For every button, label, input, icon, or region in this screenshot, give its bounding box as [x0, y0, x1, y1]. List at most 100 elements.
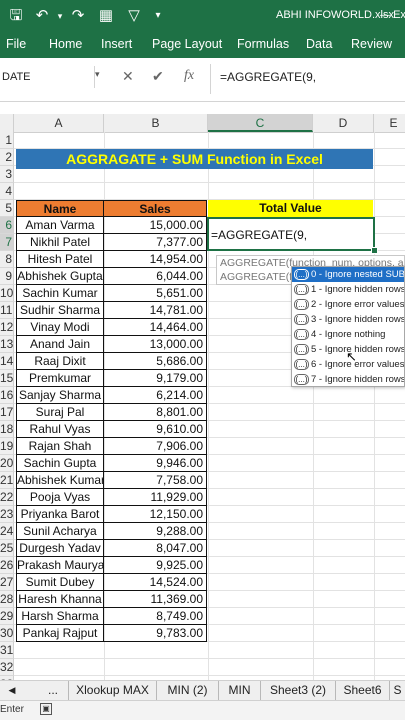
formula-input[interactable]: =AGGREGATE(9, — [220, 70, 316, 84]
row-header[interactable]: 13 — [0, 336, 14, 353]
name-cell[interactable]: Sudhir Sharma — [16, 302, 104, 319]
row-header[interactable]: 3 — [0, 166, 14, 183]
column-header-d[interactable]: D — [313, 114, 374, 132]
sales-cell[interactable]: 15,000.00 — [104, 217, 207, 234]
name-cell[interactable]: Aman Varma — [16, 217, 104, 234]
row-header[interactable]: 20 — [0, 455, 14, 472]
redo-icon[interactable]: ↷ — [68, 6, 88, 26]
name-box[interactable]: DATE — [0, 66, 95, 88]
row-header[interactable]: 29 — [0, 608, 14, 625]
tab-data[interactable]: Data — [306, 37, 332, 51]
row-header[interactable]: 22 — [0, 489, 14, 506]
autocomplete-item[interactable]: (...) 7 - Ignore hidden rows — [292, 372, 404, 386]
sales-cell[interactable]: 9,946.00 — [104, 455, 207, 472]
worksheet-grid[interactable]: A B C D E 1 2 3 4 5 6 7 8 9 10 11 12 13 14 15 16 17 18 19 2… — [0, 102, 405, 680]
header-sales-cell[interactable]: Sales — [104, 200, 207, 217]
undo-icon[interactable]: ↶ — [32, 6, 52, 26]
sales-cell[interactable]: 11,369.00 — [104, 591, 207, 608]
sheet-tab-xlookup-max[interactable]: Xlookup MAX — [68, 681, 157, 700]
name-cell[interactable]: Rahul Vyas — [16, 421, 104, 438]
sheet-tabs-more[interactable]: ... — [38, 681, 68, 700]
header-name-cell[interactable]: Name — [16, 200, 104, 217]
sheet-tab-min-2[interactable]: MIN (2) — [157, 681, 219, 700]
row-header[interactable]: 28 — [0, 591, 14, 608]
row-header[interactable]: 26 — [0, 557, 14, 574]
row-header[interactable]: 15 — [0, 370, 14, 387]
row-header[interactable]: 30 — [0, 625, 14, 642]
name-cell[interactable]: Priyanka Barot — [16, 506, 104, 523]
sales-cell[interactable]: 9,610.00 — [104, 421, 207, 438]
name-cell[interactable]: Rajan Shah — [16, 438, 104, 455]
row-header[interactable]: 6 — [0, 217, 14, 234]
sales-cell[interactable]: 7,906.00 — [104, 438, 207, 455]
select-all-corner[interactable] — [0, 114, 14, 132]
autocomplete-item[interactable]: (...) 4 - Ignore nothing — [292, 327, 404, 342]
row-header[interactable]: 24 — [0, 523, 14, 540]
sales-cell[interactable]: 14,954.00 — [104, 251, 207, 268]
sheet-title-band[interactable]: AGGRAGATE + SUM Function in Excel — [16, 149, 373, 169]
sheet-tab-min[interactable]: MIN — [219, 681, 261, 700]
row-header[interactable]: 4 — [0, 183, 14, 200]
sales-cell[interactable]: 7,758.00 — [104, 472, 207, 489]
table-icon[interactable]: ▦ — [96, 6, 116, 26]
cancel-icon[interactable]: ✕ — [122, 68, 134, 85]
sales-cell[interactable]: 5,686.00 — [104, 353, 207, 370]
name-cell[interactable]: Sunil Acharya — [16, 523, 104, 540]
sales-cell[interactable]: 9,783.00 — [104, 625, 207, 642]
name-cell[interactable]: Premkumar — [16, 370, 104, 387]
tab-home[interactable]: Home — [49, 37, 82, 51]
sales-cell[interactable]: 6,214.00 — [104, 387, 207, 404]
sales-cell[interactable]: 6,044.00 — [104, 268, 207, 285]
sales-cell[interactable]: 14,524.00 — [104, 574, 207, 591]
autocomplete-item[interactable]: (...) 3 - Ignore hidden rows — [292, 312, 404, 327]
name-cell[interactable]: Pankaj Rajput — [16, 625, 104, 642]
name-box-dropdown-icon[interactable]: ▾ — [95, 69, 100, 80]
autocomplete-item[interactable]: (...) 1 - Ignore hidden rows — [292, 282, 404, 297]
sales-cell[interactable]: 9,925.00 — [104, 557, 207, 574]
row-header[interactable]: 23 — [0, 506, 14, 523]
tab-file[interactable]: File — [6, 37, 26, 51]
row-header[interactable]: 1 — [0, 132, 14, 149]
name-cell[interactable]: Sumit Dubey — [16, 574, 104, 591]
name-cell[interactable]: Abhishek Gupta — [16, 268, 104, 285]
sales-cell[interactable]: 8,801.00 — [104, 404, 207, 421]
fill-handle[interactable] — [371, 247, 378, 254]
row-header[interactable]: 21 — [0, 472, 14, 489]
row-header[interactable]: 14 — [0, 353, 14, 370]
sales-cell[interactable]: 11,929.00 — [104, 489, 207, 506]
name-cell[interactable]: Anand Jain — [16, 336, 104, 353]
sales-cell[interactable]: 9,179.00 — [104, 370, 207, 387]
sales-cell[interactable]: 8,749.00 — [104, 608, 207, 625]
tab-review[interactable]: Review — [351, 37, 392, 51]
sheet-tab-partial[interactable]: S — [390, 681, 405, 700]
sales-cell[interactable]: 14,781.00 — [104, 302, 207, 319]
active-cell-editor[interactable]: =AGGREGATE(9, — [207, 217, 375, 251]
tab-formulas[interactable]: Formulas — [237, 37, 289, 51]
row-header[interactable]: 12 — [0, 319, 14, 336]
column-header-c[interactable]: C — [208, 114, 313, 132]
column-header-b[interactable]: B — [104, 114, 208, 132]
row-header[interactable]: 8 — [0, 251, 14, 268]
row-header[interactable]: 27 — [0, 574, 14, 591]
row-header[interactable]: 2 — [0, 149, 14, 166]
name-cell[interactable]: Sachin Kumar — [16, 285, 104, 302]
row-header[interactable]: 25 — [0, 540, 14, 557]
row-header[interactable]: 10 — [0, 285, 14, 302]
filter-icon[interactable]: ▽ — [124, 6, 144, 26]
name-cell[interactable]: Vinay Modi — [16, 319, 104, 336]
sales-cell[interactable]: 9,288.00 — [104, 523, 207, 540]
autocomplete-list[interactable]: (...) 0 - Ignore nested SUBT (...) 1 - Igno… — [291, 266, 405, 387]
scroll-tabs-left-icon[interactable]: ◀ — [0, 681, 24, 700]
row-header[interactable]: 7 — [0, 234, 14, 251]
undo-dropdown-icon[interactable]: ▾ — [50, 6, 70, 26]
autocomplete-item[interactable]: (...) 2 - Ignore error values, — [292, 297, 404, 312]
insert-function-icon[interactable]: fx — [184, 68, 194, 84]
sales-cell[interactable]: 7,377.00 — [104, 234, 207, 251]
sales-cell[interactable]: 12,150.00 — [104, 506, 207, 523]
sales-cell[interactable]: 13,000.00 — [104, 336, 207, 353]
name-cell[interactable]: Hitesh Patel — [16, 251, 104, 268]
accessibility-icon[interactable]: ▣ — [40, 703, 52, 715]
sheet-tab-sheet3-2[interactable]: Sheet3 (2) — [261, 681, 336, 700]
column-header-e[interactable]: E — [374, 114, 405, 132]
row-header[interactable]: 32 — [0, 659, 14, 676]
